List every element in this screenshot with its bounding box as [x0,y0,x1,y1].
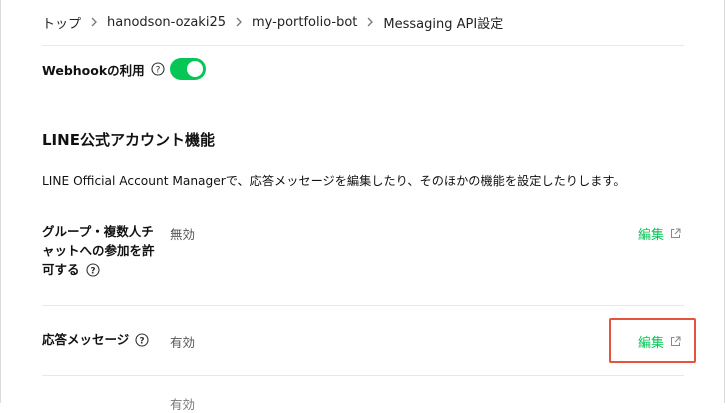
auto-reply-label-text: 応答メッセージ [42,332,130,347]
help-icon[interactable]: ? [151,62,165,76]
divider [42,305,684,306]
section-title: LINE公式アカウント機能 [42,131,215,149]
edit-label: 編集 [638,228,665,243]
breadcrumb-channel[interactable]: my-portfolio-bot [252,15,357,30]
external-link-icon [670,228,681,239]
divider [42,375,684,376]
webhook-row: Webhookの利用 ? [42,58,165,80]
webhook-toggle[interactable] [170,58,206,80]
group-chat-label-line: 可する [42,262,80,277]
svg-text:?: ? [140,336,145,346]
group-chat-label-line: ャットへの参加を許 [42,243,155,258]
help-icon[interactable]: ? [85,262,100,277]
help-icon[interactable]: ? [135,332,149,347]
partial-row-value: 有効 [170,397,196,412]
section-description: LINE Official Account Managerで、応答メッセージを編… [42,174,626,188]
chevron-right-icon [87,15,101,29]
breadcrumb: トップ hanodson-ozaki25 my-portfolio-bot Me… [42,11,503,33]
breadcrumb-current: Messaging API設定 [383,16,504,32]
toggle-knob [187,61,203,77]
breadcrumb-top[interactable]: トップ [42,13,81,32]
group-chat-label-line: グループ・複数人チ [42,224,154,239]
group-chat-value: 無効 [170,227,196,242]
group-chat-label-last: 可する ? [42,260,155,279]
edit-group-chat-link[interactable]: 編集 [638,224,681,243]
chevron-right-icon [363,15,377,29]
chevron-right-icon [232,15,246,29]
svg-text:?: ? [90,266,95,276]
left-border [0,0,1,403]
auto-reply-label: 応答メッセージ ? [42,330,149,349]
group-chat-label: グループ・複数人チ ャットへの参加を許 可する ? [42,222,155,279]
highlight-annotation [609,318,696,363]
webhook-label: Webhookの利用 [42,62,145,78]
breadcrumb-provider[interactable]: hanodson-ozaki25 [107,15,226,30]
svg-text:?: ? [155,65,160,75]
divider [42,45,684,46]
auto-reply-value: 有効 [170,335,196,350]
